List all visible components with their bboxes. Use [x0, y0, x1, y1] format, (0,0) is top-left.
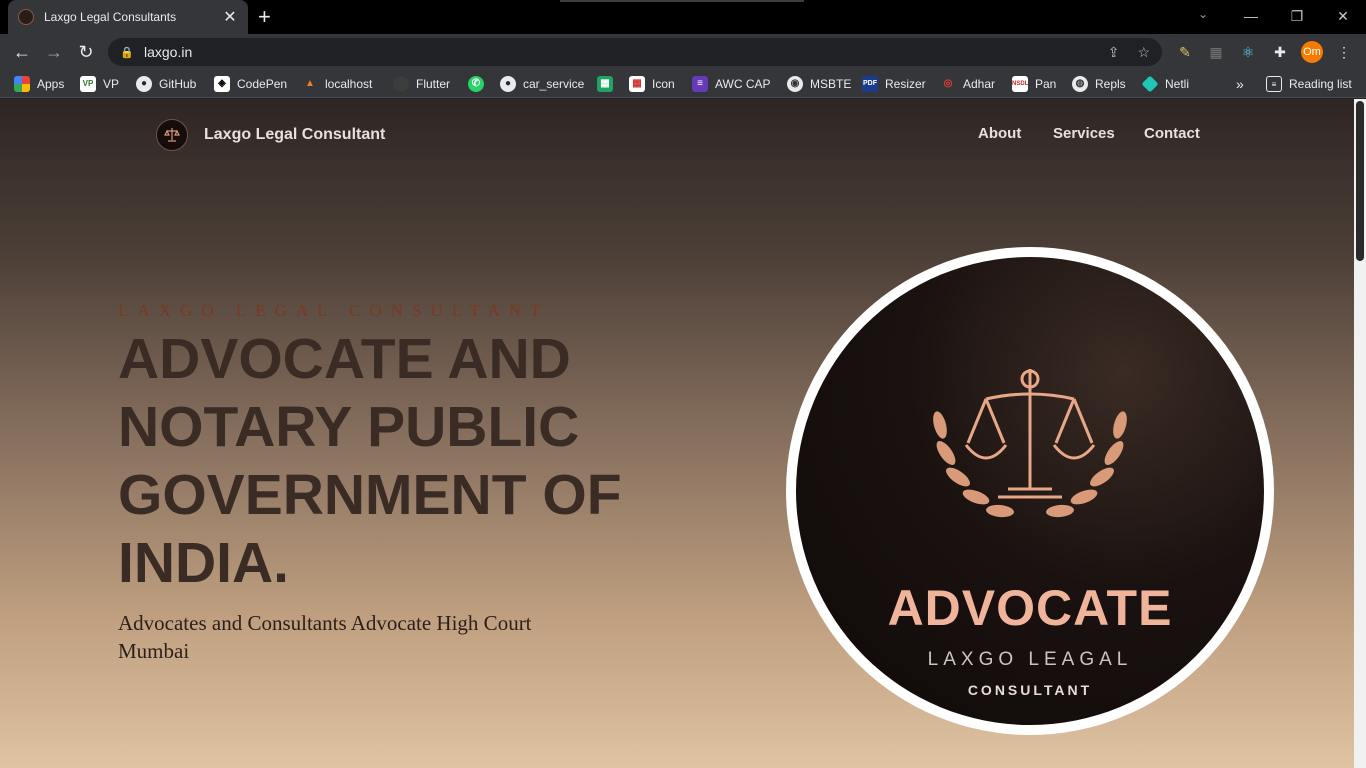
- hero-headline: ADVOCATE AND NOTARY PUBLIC GOVERNMENT OF…: [118, 327, 622, 595]
- bookmark-github[interactable]: ● GitHub: [136, 74, 196, 94]
- reading-list-label: Reading list: [1289, 77, 1352, 91]
- hero-subline: Advocates and Consultants Advocate High …: [118, 611, 532, 663]
- github-icon: ●: [136, 76, 152, 92]
- brand-logo: [156, 119, 188, 151]
- pencil-extension-icon[interactable]: ✎: [1175, 42, 1195, 62]
- grid-extension-icon[interactable]: ▦: [1206, 42, 1226, 62]
- tab-search-chevron-icon[interactable]: ⌄: [1198, 7, 1208, 21]
- extensions-puzzle-icon[interactable]: ✚: [1270, 42, 1290, 62]
- bookmark-label: MSBTE: [810, 77, 852, 91]
- nav-services-link[interactable]: Services: [1053, 125, 1115, 142]
- localhost-icon: ▲: [305, 78, 315, 89]
- bookmark-label: CodePen: [237, 77, 288, 91]
- close-tab-icon[interactable]: ✕: [222, 7, 238, 27]
- netlify-icon: [1141, 75, 1159, 93]
- bookmark-adhar[interactable]: ◎ Adhar: [940, 74, 995, 94]
- bookmark-label: localhost: [325, 77, 373, 91]
- forward-arrow-icon[interactable]: →: [42, 40, 66, 64]
- bookmark-netli[interactable]: Netli: [1141, 74, 1190, 94]
- restore-button[interactable]: ❐: [1274, 4, 1320, 28]
- reading-list-icon: ≡: [1266, 76, 1282, 92]
- browser-tab[interactable]: Laxgo Legal Consultants ✕: [8, 0, 248, 34]
- logo-line2: CONSULTANT: [967, 682, 1093, 698]
- hero-eyebrow: LAXGO LEGAL CONSULTANT: [118, 301, 550, 320]
- new-tab-button[interactable]: +: [258, 6, 271, 28]
- bookmark-label: GitHub: [159, 77, 197, 91]
- page-viewport: Laxgo Legal Consultant About Services Co…: [0, 99, 1354, 768]
- bookmark-star-icon[interactable]: ☆: [1137, 44, 1150, 61]
- share-icon[interactable]: ⇪: [1108, 44, 1120, 61]
- bookmark-label: AWC CAP: [715, 77, 771, 91]
- bookmark-localhost[interactable]: ▲ localhost: [302, 74, 372, 94]
- bookmark-label: VP: [103, 77, 120, 91]
- vp-icon: VP: [80, 76, 96, 92]
- nav-contact-link[interactable]: Contact: [1144, 125, 1200, 142]
- browser-toolbar: ← → ↻ 🔒 laxgo.in ⇪ ☆ ✎ ▦ ⚛ ✚ Om ⋮: [0, 34, 1366, 70]
- bookmark-resizer[interactable]: PDF Resizer: [862, 74, 926, 94]
- bookmark-label: Repls: [1095, 77, 1126, 91]
- resizer-icon: PDF: [862, 76, 878, 92]
- msbte-icon: ◉: [787, 76, 803, 92]
- green-grid-icon: ▦: [597, 76, 613, 92]
- react-devtools-icon[interactable]: ⚛: [1238, 42, 1258, 62]
- address-bar[interactable]: 🔒 laxgo.in ⇪ ☆: [108, 38, 1162, 66]
- bookmark-pan[interactable]: NSDL Pan: [1012, 74, 1056, 94]
- more-bookmarks-chevron-icon[interactable]: »: [1236, 74, 1244, 94]
- menu-kebab-icon[interactable]: ⋮: [1334, 42, 1354, 62]
- bookmark-label: Pan: [1035, 77, 1057, 91]
- bookmark-label: Icon: [652, 77, 675, 91]
- pan-icon: NSDL: [1012, 76, 1028, 92]
- site-favicon: [18, 9, 34, 25]
- bookmark-repls[interactable]: ◍ Repls: [1072, 74, 1126, 94]
- tab-title: Laxgo Legal Consultants: [44, 10, 177, 24]
- tab-strip-accent: [560, 0, 804, 2]
- tab-strip: Laxgo Legal Consultants ✕ + ⌄ — ❐ ✕: [0, 0, 1366, 34]
- list-icon: ≡: [692, 76, 708, 92]
- scales-icon: [164, 128, 180, 142]
- site-brand[interactable]: Laxgo Legal Consultant: [156, 119, 385, 151]
- bookmark-label: Flutter: [416, 77, 451, 91]
- bookmark-codepen[interactable]: ◈ CodePen: [214, 74, 287, 94]
- bookmark-green-grid[interactable]: ▦: [597, 74, 620, 94]
- page-scrollbar[interactable]: [1354, 99, 1366, 768]
- bookmark-label: Netli: [1165, 77, 1190, 91]
- url-text[interactable]: laxgo.in: [144, 44, 1090, 60]
- lock-icon[interactable]: 🔒: [120, 46, 134, 59]
- bookmark-icon[interactable]: ▦ Icon: [629, 74, 675, 94]
- bookmark-apps[interactable]: Apps: [14, 74, 64, 94]
- bookmark-msbte[interactable]: ◉ MSBTE: [787, 74, 851, 94]
- hero-logo-image: ADVOCATE LAXGO LEAGAL CONSULTANT: [786, 247, 1274, 735]
- logo-line1: LAXGO LEAGAL: [927, 649, 1133, 670]
- reading-list-button[interactable]: ≡ Reading list: [1266, 74, 1352, 94]
- github-icon: ●: [500, 76, 516, 92]
- github-icon: [393, 76, 409, 92]
- red-grid-icon: ▦: [629, 76, 645, 92]
- back-arrow-icon[interactable]: ←: [10, 40, 34, 64]
- reload-icon[interactable]: ↻: [74, 40, 98, 64]
- aadhaar-icon: ◎: [943, 78, 953, 89]
- apps-grid-icon: [14, 76, 30, 92]
- bookmark-car-service[interactable]: ● car_service: [500, 74, 584, 94]
- bookmark-label: Apps: [37, 77, 65, 91]
- whatsapp-icon: ✆: [468, 76, 484, 92]
- logo-image-inner: ADVOCATE LAXGO LEAGAL CONSULTANT: [796, 257, 1264, 725]
- brand-name: Laxgo Legal Consultant: [204, 126, 386, 143]
- codepen-icon: ◈: [214, 76, 230, 92]
- profile-avatar[interactable]: Om: [1301, 41, 1323, 63]
- scrollbar-thumb[interactable]: [1356, 101, 1364, 261]
- logo-title: ADVOCATE: [887, 580, 1173, 636]
- nav-about-link[interactable]: About: [978, 125, 1021, 142]
- bookmark-label: Adhar: [963, 77, 996, 91]
- bookmark-label: car_service: [523, 77, 585, 91]
- bookmark-flutter[interactable]: Flutter: [393, 74, 450, 94]
- bookmark-awc-cap[interactable]: ≡ AWC CAP: [692, 74, 771, 94]
- bookmark-label: Resizer: [885, 77, 926, 91]
- bookmark-whatsapp[interactable]: ✆: [468, 74, 491, 94]
- bookmark-vp[interactable]: VP VP: [80, 74, 119, 94]
- replit-icon: ◍: [1072, 76, 1088, 92]
- close-window-button[interactable]: ✕: [1320, 4, 1366, 28]
- minimize-button[interactable]: —: [1228, 4, 1274, 28]
- bookmarks-bar: Apps VP VP ● GitHub ◈ CodePen ▲ localhost Fl…: [0, 70, 1366, 98]
